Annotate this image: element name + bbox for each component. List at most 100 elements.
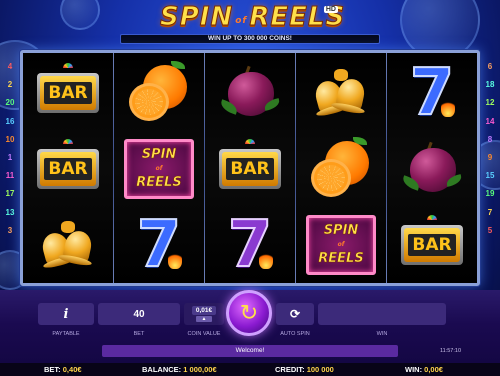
seven-symbol: 7 (134, 212, 184, 278)
payline-number: 15 (485, 171, 495, 181)
logo-word-spin: SPIN (159, 2, 234, 33)
payline-number: 8 (487, 134, 493, 144)
bet-value: 40 (133, 308, 145, 320)
sor-bottom-text: REELS (318, 251, 364, 266)
bar-text: BAR (44, 158, 92, 180)
win-label: WIN (376, 331, 388, 337)
payline-number: 5 (487, 225, 493, 235)
paytable-button[interactable]: i (38, 303, 94, 325)
game-screen: SPIN ofREELS HD WIN UP TO 300 000 COINS! … (0, 0, 500, 376)
reel-3: BAR 7 (205, 53, 295, 283)
hd-badge: HD (323, 6, 338, 13)
payline-number: 6 (487, 62, 493, 71)
payline-number: 16 (5, 116, 15, 126)
bar-text: BAR (408, 234, 456, 256)
payline-number: 14 (485, 116, 495, 126)
payline-number: 9 (487, 152, 493, 162)
payline-number: 4 (7, 62, 13, 71)
plum-icon (218, 65, 281, 120)
reel-symbol-bar: BAR (205, 131, 295, 207)
spin-button[interactable]: ↻ (226, 290, 272, 336)
reel-symbol-plum (205, 55, 295, 131)
reel-frame: BAR BAR SPIN of REELS 7 BAR 7 SPIN of REELS 7 BAR (20, 50, 480, 286)
reel-symbol-bells (23, 207, 113, 283)
game-logo: SPIN ofREELS HD (159, 2, 344, 34)
payline-numbers-right: 6 18 12 14 8 9 15 19 7 5 (483, 58, 497, 240)
autospin-button[interactable]: ⟳ (276, 303, 314, 325)
bar-text: BAR (226, 158, 274, 180)
reel-symbol-bar: BAR (23, 55, 113, 131)
payline-number: 11 (5, 171, 15, 181)
coin-value-label: COIN VALUE (187, 331, 221, 337)
status-bet: BET: 0,40€ (44, 363, 82, 376)
status-bet-label: BET: (44, 365, 61, 374)
payline-number: 18 (485, 80, 495, 90)
bet-label: BET (133, 331, 145, 337)
payline-number: 3 (7, 225, 13, 235)
reel-symbol-seven-blue: 7 (387, 55, 477, 131)
win-field (318, 303, 446, 325)
reel-symbol-seven-blue: 7 (114, 207, 204, 283)
autospin-icon: ⟳ (289, 307, 301, 321)
status-balance-label: BALANCE: (142, 365, 182, 374)
bells-icon (312, 67, 370, 119)
clock: 11:57:10 (440, 348, 462, 354)
plum-icon (400, 141, 463, 196)
coin-value-field[interactable]: 0,01€ ▲ (184, 303, 224, 325)
win-banner: WIN UP TO 300 000 COINS! (120, 34, 380, 44)
status-win-value: 0,00€ (424, 365, 443, 374)
reel-symbol-spin-of-reels: SPIN of REELS (114, 131, 204, 207)
coin-up-icon[interactable]: ▲ (195, 316, 213, 322)
status-balance-value: 1 000,00€ (183, 365, 217, 374)
logo-word-of: of (235, 15, 248, 26)
reel-symbol-bells (296, 55, 386, 131)
bar-symbol: BAR (219, 139, 281, 189)
sor-top-text: SPIN (323, 223, 359, 238)
sor-of-text: of (155, 165, 163, 172)
status-credit-label: CREDIT: (275, 365, 305, 374)
flame-icon (259, 251, 273, 269)
status-win-label: WIN: (405, 365, 423, 374)
reel-symbol-seven-purple: 7 (205, 207, 295, 283)
payline-number: 12 (485, 98, 495, 108)
reel-symbol-orange (114, 55, 204, 131)
sor-of-text: of (337, 241, 345, 248)
reel-4: SPIN of REELS (296, 53, 386, 283)
spin-of-reels-symbol: SPIN of REELS (306, 215, 376, 275)
status-credit: CREDIT: 100 000 (275, 363, 334, 376)
reel-5: 7 BAR (387, 53, 477, 283)
status-balance: BALANCE: 1 000,00€ (142, 363, 217, 376)
reel-symbol-spin-of-reels: SPIN of REELS (296, 207, 386, 283)
bar-symbol: BAR (37, 63, 99, 113)
bet-field[interactable]: 40 (98, 303, 180, 325)
payline-number: 13 (5, 207, 15, 217)
info-icon: i (63, 306, 69, 322)
bar-text: BAR (44, 82, 92, 104)
payline-number: 1 (7, 152, 13, 162)
payline-number: 19 (485, 189, 495, 199)
reel-2: SPIN of REELS 7 (114, 53, 204, 283)
message-bar: Welcome! (102, 345, 398, 357)
bells-icon (39, 219, 97, 271)
paytable-label: PAYTABLE (52, 331, 80, 337)
seven-symbol: 7 (407, 60, 457, 126)
reel-1: BAR BAR (23, 53, 113, 283)
spin-icon: ↻ (239, 300, 259, 325)
status-bet-value: 0,40€ (62, 365, 82, 374)
bar-symbol: BAR (401, 215, 463, 265)
reel-symbol-orange (296, 131, 386, 207)
seven-symbol: 7 (225, 212, 275, 278)
reel-symbol-bar: BAR (387, 207, 477, 283)
payline-number: 17 (5, 189, 15, 199)
flame-icon (168, 251, 182, 269)
reel-symbol-bar: BAR (23, 131, 113, 207)
orange-icon (311, 137, 371, 197)
payline-number: 2 (7, 80, 13, 90)
bar-symbol: BAR (37, 139, 99, 189)
orange-icon (129, 61, 189, 121)
sor-top-text: SPIN (141, 147, 177, 162)
payline-number: 10 (5, 134, 15, 144)
payline-numbers-left: 4 2 20 16 10 1 11 17 13 3 (3, 58, 17, 240)
decor-bubble (60, 0, 100, 30)
status-bar: BET: 0,40€ BALANCE: 1 000,00€ CREDIT: 10… (0, 363, 500, 376)
